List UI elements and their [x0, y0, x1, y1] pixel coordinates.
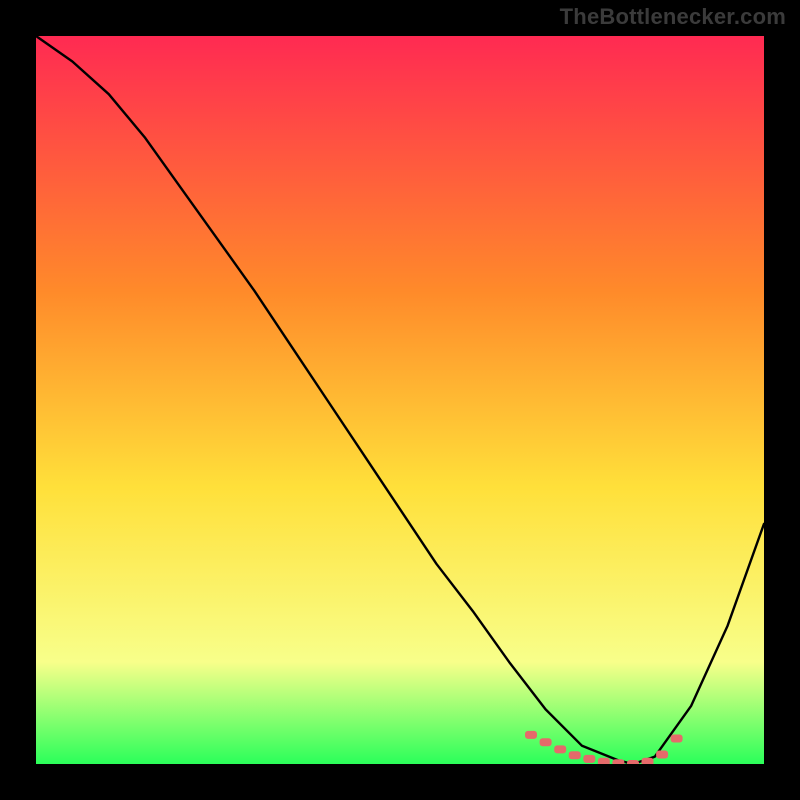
- highlight-marker: [671, 735, 683, 743]
- plot-area: [36, 36, 764, 764]
- highlight-marker: [627, 760, 639, 764]
- highlight-marker: [540, 738, 552, 746]
- highlight-marker: [554, 745, 566, 753]
- chart-svg: [36, 36, 764, 764]
- highlight-marker: [642, 758, 654, 764]
- chart-container: TheBottlenecker.com: [0, 0, 800, 800]
- highlight-marker: [612, 759, 624, 764]
- gradient-background: [36, 36, 764, 764]
- highlight-marker: [583, 755, 595, 763]
- highlight-marker: [569, 751, 581, 759]
- highlight-marker: [598, 758, 610, 764]
- watermark-text: TheBottlenecker.com: [560, 4, 786, 30]
- highlight-marker: [525, 731, 537, 739]
- highlight-marker: [656, 751, 668, 759]
